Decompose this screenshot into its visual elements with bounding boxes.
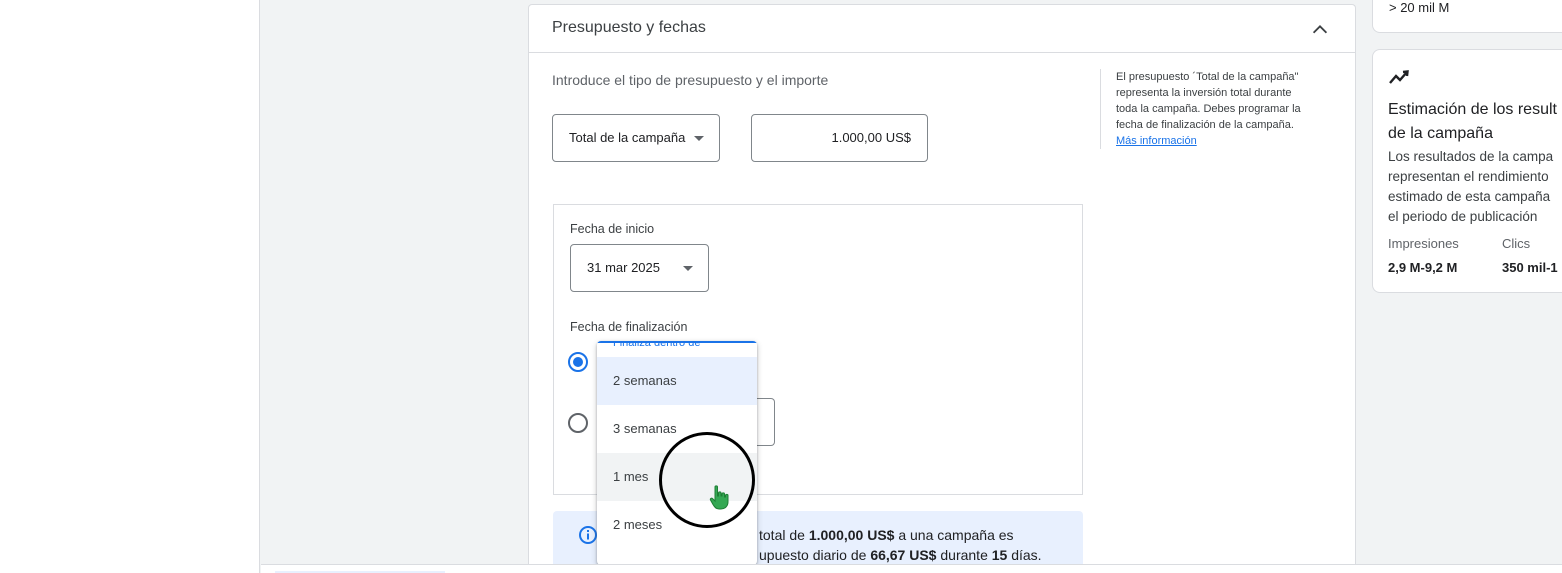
forecast-top-value: > 20 mil M	[1389, 0, 1450, 15]
left-navigation-panel	[0, 0, 260, 573]
start-date-select[interactable]: 31 mar 2025	[570, 244, 709, 292]
end-within-dropdown-menu[interactable]: Finaliza dentro de 2 semanas 3 semanas 1…	[597, 341, 757, 565]
start-date-label: Fecha de inicio	[570, 222, 655, 236]
impressions-label: Impresiones	[1388, 236, 1459, 251]
help-line: fecha de finalización de la campaña.	[1116, 119, 1294, 131]
hand-cursor-icon	[709, 485, 729, 510]
estimate-desc-line: estimado de esta campaña	[1388, 189, 1551, 204]
info-text-part: días.	[1007, 547, 1042, 563]
budget-type-value: Total de la campaña	[569, 130, 686, 145]
help-line: representa la inversión total durante	[1116, 87, 1292, 99]
budget-help-text: El presupuesto ´Total de la campaña" rep…	[1100, 69, 1340, 149]
dropdown-floating-label: Finaliza dentro de	[613, 341, 701, 349]
info-text-part: durante	[936, 547, 992, 563]
budget-type-select[interactable]: Total de la campaña	[552, 114, 720, 162]
help-line: toda la campaña. Debes programar la	[1116, 103, 1301, 115]
clicks-label: Clics	[1502, 236, 1531, 251]
dropdown-arrow-icon	[683, 266, 693, 271]
estimate-desc-line: representan el rendimiento	[1388, 169, 1549, 184]
estimate-title-line: Estimación de los result	[1388, 101, 1557, 118]
info-days-count: 15	[991, 547, 1008, 563]
dropdown-header: Finaliza dentro de	[597, 341, 757, 357]
start-date-value: 31 mar 2025	[587, 260, 660, 275]
estimate-desc-line: el periodo de publicación	[1388, 209, 1538, 224]
more-info-link[interactable]: Más información	[1116, 135, 1197, 147]
info-text-part: total de	[759, 527, 809, 543]
chevron-up-icon[interactable]	[1309, 19, 1331, 41]
info-text: total de 1.000,00 US$ a una campaña es u…	[759, 525, 1042, 565]
info-text-part: a una campaña es	[894, 527, 1014, 543]
dropdown-option[interactable]: 2 semanas	[597, 357, 757, 405]
info-text-part: upuesto diario de	[759, 547, 871, 563]
budget-intro-text: Introduce el tipo de presupuesto y el im…	[552, 72, 829, 88]
estimate-description: Los resultados de la campa representan e…	[1388, 147, 1553, 227]
clicks-value: 350 mil-1	[1502, 260, 1558, 275]
impressions-value: 2,9 M-9,2 M	[1388, 260, 1458, 275]
forecast-top-card: > 20 mil M	[1372, 0, 1562, 33]
trend-icon	[1389, 70, 1409, 84]
budget-amount-value: 1.000,00 US$	[831, 130, 911, 145]
campaign-estimate-card: Estimación de los result de la campaña L…	[1372, 49, 1562, 293]
dropdown-arrow-icon	[694, 136, 704, 141]
info-daily-amount: 66,67 US$	[870, 547, 937, 563]
end-on-date-radio[interactable]	[568, 413, 588, 433]
info-total-amount: 1.000,00 US$	[808, 527, 895, 543]
budget-amount-input[interactable]: 1.000,00 US$	[751, 114, 928, 162]
card-header[interactable]: Presupuesto y fechas	[529, 5, 1355, 53]
info-icon	[579, 526, 597, 544]
estimate-title: Estimación de los result de la campaña	[1388, 98, 1562, 146]
bottom-bar	[261, 564, 1562, 573]
help-line: El presupuesto ´Total de la campaña"	[1116, 71, 1299, 83]
estimate-title-line: de la campaña	[1388, 125, 1493, 142]
dropdown-option[interactable]: 3 semanas	[597, 405, 757, 453]
end-date-label: Fecha de finalización	[570, 320, 688, 334]
section-title: Presupuesto y fechas	[552, 19, 706, 36]
end-within-radio[interactable]	[568, 352, 588, 372]
estimate-desc-line: Los resultados de la campa	[1388, 149, 1554, 164]
